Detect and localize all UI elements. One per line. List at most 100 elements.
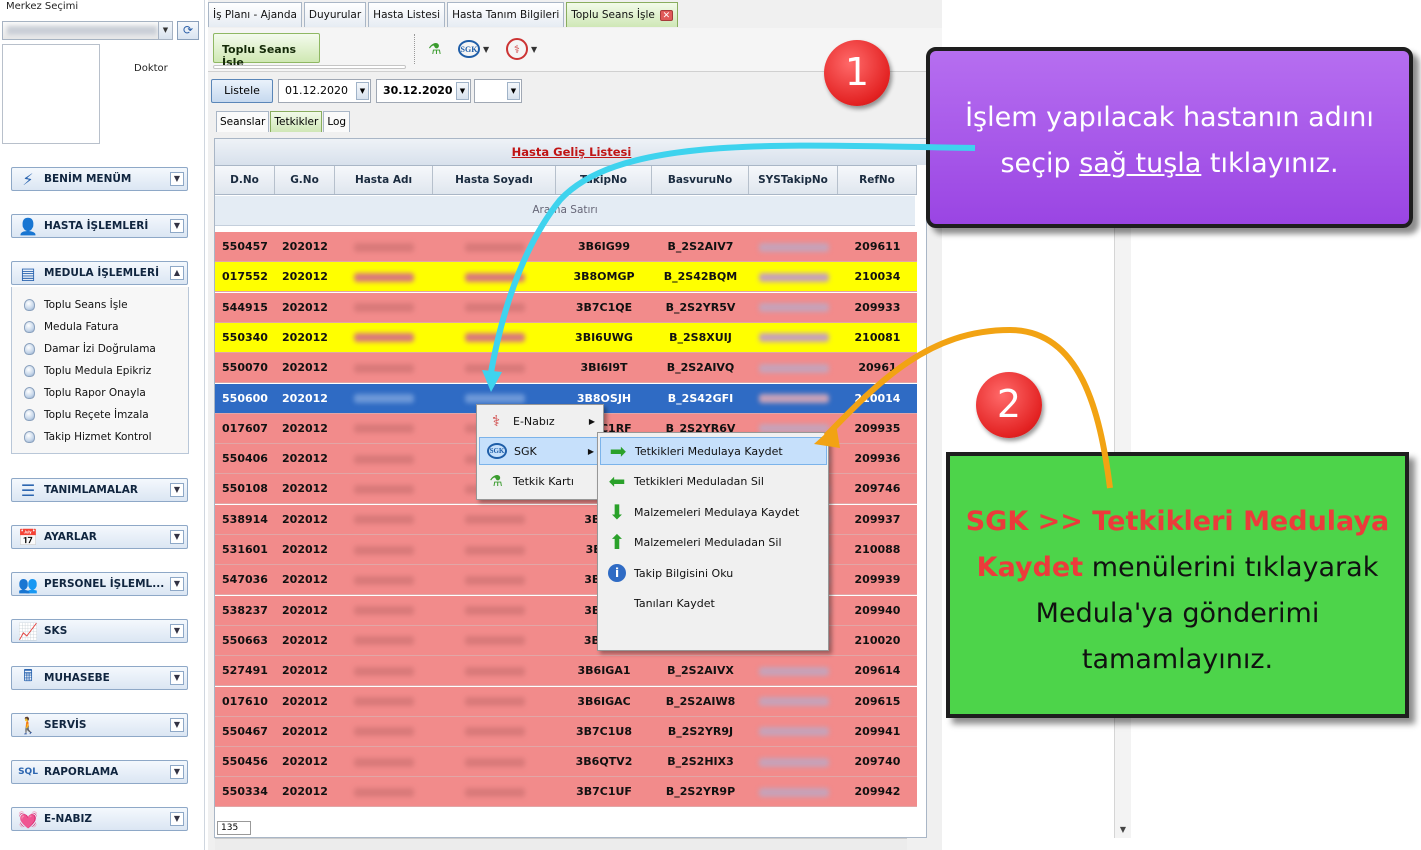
chevron-down-icon[interactable]: ▼ <box>507 82 520 100</box>
table-row[interactable]: 550334 202012 3B7C1UF B_2S2YR9P 209942 <box>215 777 917 808</box>
tab-1[interactable]: Duyurular <box>303 2 367 27</box>
tab-2[interactable]: Hasta Listesi <box>368 2 446 27</box>
merkez-select[interactable]: ▼ <box>2 21 173 40</box>
scroll-down-icon[interactable]: ▼ <box>1115 822 1131 838</box>
submenu-item[interactable]: Toplu Reçete İmzala <box>24 407 149 423</box>
submenu-item[interactable]: Damar İzi Doğrulama <box>24 341 156 357</box>
menu-item-tetkik-karti[interactable]: ⚗ Tetkik Kartı <box>479 467 601 495</box>
table-cell: 531601 <box>222 543 268 556</box>
table-row[interactable]: 550456 202012 3B6QTV2 B_2S2HIX3 209740 <box>215 747 917 778</box>
bulb-icon <box>24 365 35 377</box>
menu-item-malzeme-sil[interactable]: ⬆ Malzemeleri Meduladan Sil <box>600 528 827 556</box>
column-header[interactable]: BasvuruNo <box>652 166 749 194</box>
tab-4[interactable]: Toplu Seans İşle ✕ <box>566 2 678 27</box>
nav-staff[interactable]: 👥 PERSONEL İŞLEML... ▼ <box>11 572 188 596</box>
chevron-down-icon[interactable]: ▼ <box>170 483 184 497</box>
column-header[interactable]: TakipNo <box>556 166 652 194</box>
menu-item-tetkik-kaydet[interactable]: ➡ Tetkikleri Medulaya Kaydet <box>600 437 827 465</box>
chevron-down-icon[interactable]: ▼ <box>170 718 184 732</box>
subtab-seanslar[interactable]: Seanslar <box>216 111 270 132</box>
chevron-up-icon[interactable]: ▲ <box>170 266 184 280</box>
table-row[interactable]: 550070 202012 3BI6I9T B_2S2AIVQ 20961 <box>215 353 917 384</box>
date-to-field[interactable]: 30.12.2020 ▼ <box>376 79 471 103</box>
column-header[interactable]: G.No <box>275 166 335 194</box>
table-cell <box>749 353 838 383</box>
arrow-right-icon: ➡ <box>609 439 627 463</box>
menu-item-tetkik-sil[interactable]: ⬅ Tetkikleri Meduladan Sil <box>600 467 827 495</box>
table-row[interactable]: 544915 202012 3B7C1QE B_2S2YR5V 209933 <box>215 292 917 323</box>
menu-item-malzeme-kaydet[interactable]: ⬇ Malzemeleri Medulaya Kaydet <box>600 498 827 526</box>
column-header[interactable]: D.No <box>215 166 275 194</box>
nav-sql[interactable]: SQL RAPORLAMA ▼ <box>11 760 188 784</box>
submenu-item[interactable]: Medula Fatura <box>24 319 119 335</box>
instruction-box-2: SGK >> Tetkikleri Medulaya Kaydet menüle… <box>946 452 1409 718</box>
nav-calendar-clock[interactable]: 📅 AYARLAR ▼ <box>11 525 188 549</box>
date-from-field[interactable]: 01.12.2020 ▼ <box>278 79 371 103</box>
submenu-item[interactable]: Toplu Rapor Onayla <box>24 385 146 401</box>
chevron-down-icon[interactable]: ▼ <box>170 671 184 685</box>
toplu-seans-button[interactable]: Toplu Seans İşle <box>213 33 320 69</box>
table-row[interactable]: 550467 202012 3B7C1U8 B_2S2YR9J 209941 <box>215 716 917 747</box>
subtab-tetkikler[interactable]: Tetkikler <box>270 111 323 132</box>
table-cell: B_2S2YR9J <box>667 724 734 738</box>
tab-0[interactable]: İş Planı - Ajanda <box>208 2 302 27</box>
table-row[interactable]: 017552 202012 3B8OMGP B_2S42BQM 210034 <box>215 262 917 293</box>
table-cell: B_2S2YR5V <box>665 300 736 314</box>
nav-list[interactable]: ☰ TANIMLAMALAR ▼ <box>11 478 188 502</box>
submenu-item-label: Takip Hizmet Kontrol <box>44 431 152 443</box>
table-cell: 202012 <box>282 543 328 556</box>
refresh-icon[interactable]: ⟳ <box>177 21 199 40</box>
chevron-down-icon[interactable]: ▼ <box>170 172 184 186</box>
chevron-down-icon[interactable]: ▼ <box>170 219 184 233</box>
chevron-down-icon[interactable]: ▼ <box>158 22 172 39</box>
table-row[interactable]: 017610 202012 3B6IGAC B_2S2AIW8 209615 <box>215 686 917 717</box>
nav-windows[interactable]: ▤ MEDULA İŞLEMLERİ ▲ <box>11 261 188 285</box>
flask-icon[interactable]: ⚗ <box>428 38 441 60</box>
nav-label: MEDULA İŞLEMLERİ <box>44 267 159 279</box>
menu-item-takip-oku[interactable]: i Takip Bilgisini Oku <box>600 559 827 587</box>
tab-3[interactable]: Hasta Tanım Bilgileri <box>447 2 565 27</box>
step-1-badge: 1 <box>824 40 890 106</box>
submenu-item-label: Toplu Seans İşle <box>44 299 128 311</box>
column-header[interactable]: RefNo <box>838 166 917 194</box>
chevron-down-icon[interactable]: ▼ <box>170 530 184 544</box>
table-row[interactable]: 550340 202012 3BI6UWG B_2S8XUIJ 210081 <box>215 322 917 353</box>
chevron-down-icon[interactable]: ▼ <box>456 82 469 100</box>
table-row[interactable]: 527491 202012 3B6IGA1 B_2S2AIVX 209614 <box>215 656 917 687</box>
table-cell <box>335 353 433 383</box>
menu-item-sgk[interactable]: SGK SGK ▶ <box>479 437 601 465</box>
search-row[interactable]: Arama Satırı <box>215 196 915 226</box>
menu-item-enabiz[interactable]: ⚕ E-Nabız ▶ <box>479 407 601 435</box>
submenu-item[interactable]: Toplu Seans İşle <box>24 297 128 313</box>
nav-patient[interactable]: 👤 HASTA İŞLEMLERİ ▼ <box>11 214 188 238</box>
column-header[interactable]: Hasta Adı <box>335 166 433 194</box>
column-header[interactable]: Hasta Soyadı <box>433 166 556 194</box>
table-cell <box>335 717 433 747</box>
chevron-down-icon[interactable]: ▼ <box>170 812 184 826</box>
table-cell: 3B6IGA1 <box>577 664 631 678</box>
menu-item-tanilari-kaydet[interactable]: Tanıları Kaydet <box>600 589 827 617</box>
chevron-down-icon[interactable]: ▼ <box>356 82 369 100</box>
nav-my-menu[interactable]: ⚡ BENİM MENÜM ▼ <box>11 167 188 191</box>
nav-register[interactable]: 🖩 MUHASEBE ▼ <box>11 666 188 690</box>
ministry-button[interactable]: ⚕ ▼ <box>506 38 537 60</box>
close-icon[interactable]: ✕ <box>659 10 673 21</box>
nav-chart[interactable]: 📈 SKS ▼ <box>11 619 188 643</box>
nav-pulse[interactable]: 💓 E-NABIZ ▼ <box>11 807 188 831</box>
horizontal-scrollbar[interactable] <box>215 838 907 850</box>
table-cell: B_2S2AIV7 <box>667 240 734 253</box>
chevron-down-icon[interactable]: ▼ <box>170 624 184 638</box>
nav-service[interactable]: 🚶 SERVİS ▼ <box>11 713 188 737</box>
listele-button[interactable]: Listele <box>211 79 273 103</box>
submenu-item[interactable]: Toplu Medula Epikriz <box>24 363 151 379</box>
table-cell: 202012 <box>282 573 328 587</box>
extra-select[interactable]: ▼ <box>474 79 522 103</box>
subtab-log[interactable]: Log <box>323 111 351 132</box>
column-header[interactable]: SYSTakipNo <box>749 166 838 194</box>
sgk-button[interactable]: SGK ▼ <box>458 38 489 60</box>
table-cell: B_2S2YR9P <box>665 785 736 799</box>
submenu-item[interactable]: Takip Hizmet Kontrol <box>24 429 152 445</box>
chevron-down-icon[interactable]: ▼ <box>170 765 184 779</box>
chevron-down-icon[interactable]: ▼ <box>170 577 184 591</box>
table-row[interactable]: 550457 202012 3B6IG99 B_2S2AIV7 209611 <box>215 232 917 262</box>
